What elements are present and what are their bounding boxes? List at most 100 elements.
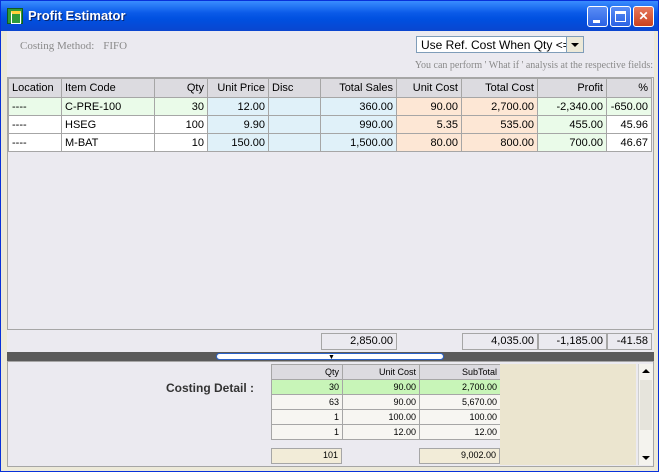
cell-profit: -2,340.00 [537,97,607,116]
detail-col-subtotal: SubTotal [419,364,501,380]
total-cost-sum: 4,035.00 [462,333,538,350]
detail-unit-cost: 90.00 [342,394,420,410]
table-row[interactable]: ---- HSEG 100 9.90 990.00 5.35 535.00 45… [8,115,652,134]
cell-item-code[interactable]: HSEG [61,115,155,134]
total-sales-sum: 2,850.00 [321,333,397,350]
items-header-row: Location Item Code Qty Unit Price Disc T… [8,78,652,98]
col-item-code[interactable]: Item Code [61,78,155,98]
scroll-thumb[interactable] [640,380,652,430]
detail-qty: 30 [271,379,343,395]
what-if-hint: You can perform ' What if ' analysis at … [414,60,653,71]
cell-qty[interactable]: 100 [154,115,208,134]
detail-subtotal: 100.00 [419,409,501,425]
cell-total-sales: 990.00 [320,115,397,134]
maximize-button[interactable] [610,6,631,27]
app-spreadsheet-icon [7,8,23,24]
col-total-sales[interactable]: Total Sales [320,78,397,98]
totals-row: 2,850.00 4,035.00 -1,185.00 -41.58 [7,329,654,352]
minimize-button[interactable] [587,6,608,27]
cell-unit-price[interactable]: 12.00 [207,97,269,116]
col-disc[interactable]: Disc [268,78,321,98]
table-row[interactable]: ---- M-BAT 10 150.00 1,500.00 80.00 800.… [8,133,652,152]
detail-qty: 1 [271,424,343,440]
cell-disc[interactable] [268,97,321,116]
ref-cost-select[interactable]: Use Ref. Cost When Qty <= 0 [416,36,584,53]
window-title: Profit Estimator [28,8,126,23]
cell-unit-price[interactable]: 9.90 [207,115,269,134]
minimize-icon [593,20,600,23]
cell-total-cost: 800.00 [461,133,538,152]
costing-detail-table: Qty Unit Cost SubTotal 30 90.00 2,700.00… [271,364,501,440]
cell-location: ---- [8,133,62,152]
cell-profit: 455.00 [537,115,607,134]
chevron-down-icon[interactable] [566,37,583,52]
table-row[interactable]: 1 100.00 100.00 [271,409,501,425]
cell-disc[interactable] [268,115,321,134]
col-profit[interactable]: Profit [537,78,607,98]
detail-header-row: Qty Unit Cost SubTotal [271,364,501,380]
cell-percent: 46.67 [606,133,652,152]
maximize-icon [615,11,626,22]
detail-subtotal: 12.00 [419,424,501,440]
cell-item-code[interactable]: M-BAT [61,133,155,152]
cell-total-cost: 2,700.00 [461,97,538,116]
col-qty[interactable]: Qty [154,78,208,98]
close-button[interactable]: ✕ [633,6,654,27]
cell-percent: -650.00 [606,97,652,116]
profit-estimator-window: Profit Estimator ✕ Costing Method: FIFO U… [0,0,659,472]
table-row[interactable]: 1 12.00 12.00 [271,424,501,440]
costing-method-label: Costing Method: [20,40,95,52]
col-total-cost[interactable]: Total Cost [461,78,538,98]
close-icon: ✕ [638,9,649,23]
costing-method: Costing Method: FIFO [20,40,127,52]
chevron-down-icon: ▼ [328,354,335,361]
detail-col-unit-cost: Unit Cost [342,364,420,380]
detail-qty: 1 [271,409,343,425]
detail-unit-cost: 90.00 [342,379,420,395]
cell-unit-cost[interactable]: 5.35 [396,115,462,134]
items-table: Location Item Code Qty Unit Price Disc T… [8,78,652,152]
cell-qty[interactable]: 10 [154,133,208,152]
cell-unit-cost[interactable]: 80.00 [396,133,462,152]
cell-disc[interactable] [268,133,321,152]
detail-totals: 101 9,002.00 [271,448,500,465]
col-unit-price[interactable]: Unit Price [207,78,269,98]
cell-qty[interactable]: 30 [154,97,208,116]
cell-unit-cost[interactable]: 90.00 [396,97,462,116]
ref-cost-select-value: Use Ref. Cost When Qty <= 0 [421,38,580,52]
col-location[interactable]: Location [8,78,62,98]
costing-detail-label: Costing Detail : [166,381,255,395]
detail-side-panel [500,364,636,465]
scroll-down-icon[interactable] [639,451,653,465]
scroll-up-icon[interactable] [639,364,653,378]
cell-unit-price[interactable]: 150.00 [207,133,269,152]
total-profit-sum: -1,185.00 [538,333,607,350]
costing-detail-panel: Costing Detail : Qty Unit Cost SubTotal … [7,361,654,467]
options-bar: Costing Method: FIFO Use Ref. Cost When Q… [7,31,654,77]
col-unit-cost[interactable]: Unit Cost [396,78,462,98]
detail-scrollbar[interactable] [638,364,653,465]
cell-location: ---- [8,97,62,116]
cell-location: ---- [8,115,62,134]
total-percent: -41.58 [607,333,652,350]
detail-subtotal: 5,670.00 [419,394,501,410]
col-percent[interactable]: % [606,78,652,98]
collapse-handle[interactable]: ▼ [216,353,444,361]
detail-col-qty: Qty [271,364,343,380]
detail-qty: 63 [271,394,343,410]
cell-item-code[interactable]: C-PRE-100 [61,97,155,116]
cell-total-cost: 535.00 [461,115,538,134]
table-row[interactable]: 63 90.00 5,670.00 [271,394,501,410]
detail-total-subtotal: 9,002.00 [419,448,500,464]
table-row[interactable]: ---- C-PRE-100 30 12.00 360.00 90.00 2,7… [8,97,652,116]
detail-total-qty: 101 [271,448,342,464]
cell-total-sales: 1,500.00 [320,133,397,152]
detail-subtotal: 2,700.00 [419,379,501,395]
cell-percent: 45.96 [606,115,652,134]
panel-splitter[interactable]: ▼ [7,352,654,361]
table-row[interactable]: 30 90.00 2,700.00 [271,379,501,395]
detail-unit-cost: 12.00 [342,424,420,440]
title-bar[interactable]: Profit Estimator ✕ [1,1,658,31]
detail-unit-cost: 100.00 [342,409,420,425]
costing-method-value: FIFO [103,40,128,52]
